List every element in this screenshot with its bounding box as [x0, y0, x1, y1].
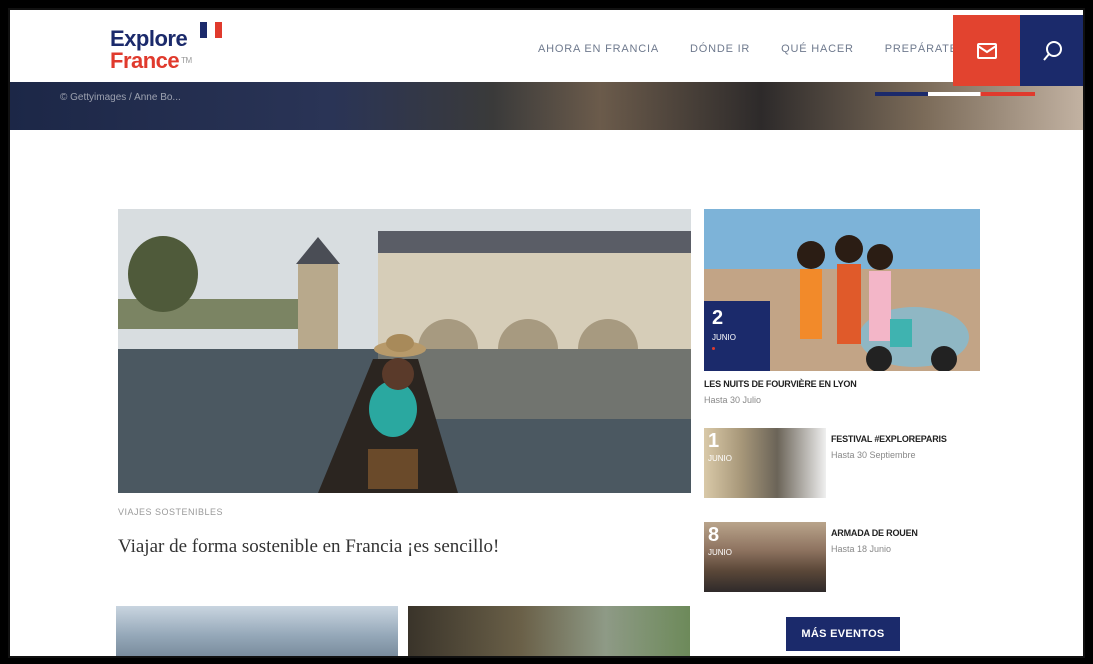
- event-dates: Hasta 30 Septiembre: [831, 450, 916, 460]
- event-thumbnail-paris[interactable]: 1 JUNIO: [704, 428, 826, 498]
- article-thumbnail-mountains[interactable]: [116, 606, 398, 656]
- more-events-button[interactable]: MÁS EVENTOS: [786, 617, 900, 651]
- event-day: 2: [712, 307, 724, 329]
- mail-icon: [976, 42, 997, 59]
- logo-line2: France: [110, 48, 180, 73]
- page-frame: © Gettyimages / Anne Bo... Explore Franc…: [8, 8, 1085, 658]
- main-nav: AHORA EN FRANCIA DÓNDE IR QUÉ HACER PREP…: [538, 43, 989, 55]
- article-category[interactable]: VIAJES SOSTENIBLES: [118, 507, 223, 517]
- nav-donde-ir[interactable]: DÓNDE IR: [690, 43, 750, 55]
- event-day: 1: [708, 430, 720, 452]
- flag-stripe-decoration: [875, 92, 1035, 96]
- date-badge: 2 JUNIO: [704, 301, 770, 371]
- event-thumbnail-rouen[interactable]: 8 JUNIO: [704, 522, 826, 592]
- event-title[interactable]: ARMADA DE ROUEN: [831, 528, 918, 538]
- site-header: Explore France TM AHORA EN FRANCIA DÓNDE …: [10, 10, 1083, 86]
- explore-france-logo[interactable]: Explore France TM: [110, 28, 192, 72]
- french-flag-icon: [200, 22, 222, 38]
- article-thumbnail-train[interactable]: [408, 606, 690, 656]
- article-title[interactable]: Viajar de forma sostenible en Francia ¡e…: [118, 536, 499, 558]
- event-month: JUNIO: [712, 333, 736, 342]
- search-icon: [1042, 40, 1062, 61]
- newsletter-button[interactable]: [953, 15, 1020, 86]
- photo-credit: © Gettyimages / Anne Bo...: [60, 92, 181, 103]
- logo-line1: Explore: [110, 26, 188, 51]
- chateau-illustration: [118, 209, 691, 493]
- event-title[interactable]: LES NUITS DE FOURVIÈRE EN LYON: [704, 379, 857, 389]
- event-dates: Hasta 18 Junio: [831, 544, 892, 554]
- search-button[interactable]: [1020, 15, 1083, 86]
- event-month: JUNIO: [708, 548, 732, 557]
- event-title[interactable]: FESTIVAL #EXPLOREPARIS: [831, 434, 947, 444]
- feature-article-image[interactable]: [118, 209, 691, 493]
- nav-que-hacer[interactable]: QUÉ HACER: [781, 43, 854, 55]
- nav-ahora-en-francia[interactable]: AHORA EN FRANCIA: [538, 43, 659, 55]
- trademark: TM: [181, 56, 192, 65]
- event-dates: Hasta 30 Julio: [704, 395, 762, 405]
- event-day: 8: [708, 524, 720, 546]
- date-dot: [712, 347, 715, 350]
- nav-preparate[interactable]: PREPÁRATE: [885, 43, 958, 55]
- event-month: JUNIO: [708, 454, 732, 463]
